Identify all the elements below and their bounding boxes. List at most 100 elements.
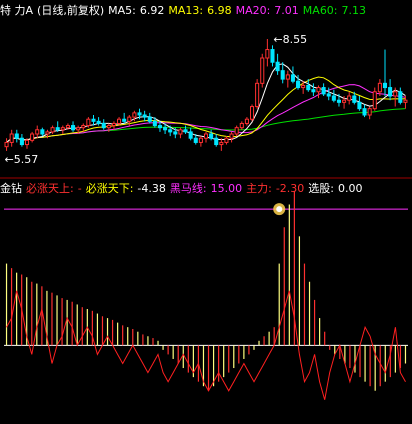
must-down-label: 必涨天下: bbox=[85, 182, 134, 195]
candle-body bbox=[393, 91, 398, 97]
candle-body bbox=[331, 95, 336, 101]
candle-body bbox=[19, 137, 24, 146]
candle-body bbox=[24, 139, 30, 146]
candle-body bbox=[14, 133, 19, 139]
candle-body bbox=[76, 127, 81, 131]
candle-body bbox=[117, 118, 122, 124]
candle-body bbox=[342, 99, 347, 103]
ma5-label: MA5: bbox=[108, 4, 136, 17]
candle-body bbox=[214, 137, 219, 146]
candle-body bbox=[132, 112, 137, 118]
candle-body bbox=[209, 133, 214, 139]
select-label: 选股: bbox=[308, 182, 335, 195]
candle-body bbox=[188, 131, 193, 139]
indicator-name: 金钻 bbox=[0, 182, 22, 195]
candle-body bbox=[372, 91, 377, 110]
low-price-label: ←5.57 bbox=[5, 153, 39, 166]
candle-body bbox=[101, 122, 106, 129]
candle-body bbox=[96, 120, 101, 124]
ma20-label: MA20: bbox=[235, 4, 271, 17]
high-price-label: ←8.55 bbox=[273, 33, 307, 46]
candle-body bbox=[275, 61, 280, 72]
candle-body bbox=[4, 141, 9, 148]
candle-body bbox=[9, 133, 14, 143]
candle-body bbox=[193, 137, 198, 143]
main-force-label: 主力: bbox=[246, 182, 272, 195]
candle-body bbox=[229, 133, 234, 139]
candle-body bbox=[255, 82, 260, 108]
candle-body bbox=[122, 118, 127, 122]
candle-body bbox=[45, 131, 50, 135]
candle-body bbox=[219, 141, 224, 146]
candle-body bbox=[65, 125, 70, 129]
candle-body bbox=[362, 108, 367, 116]
candle-body bbox=[244, 118, 249, 124]
candle-body bbox=[106, 125, 111, 129]
ma13-value: 6.98 bbox=[207, 4, 232, 17]
ma60-value: 7.13 bbox=[341, 4, 367, 17]
must-down-value: -4.38 bbox=[137, 182, 166, 195]
candle-body bbox=[326, 93, 331, 97]
candle-body bbox=[127, 116, 132, 122]
ma60-label: MA60: bbox=[302, 4, 338, 17]
candle-body bbox=[142, 114, 147, 118]
candle-body bbox=[280, 70, 285, 80]
candle-body bbox=[367, 108, 372, 116]
candle-body bbox=[86, 118, 91, 127]
candle-body bbox=[168, 129, 173, 133]
candle-body bbox=[301, 84, 306, 89]
chart-root: ←8.55 ←5.57 bbox=[0, 0, 412, 421]
candle-body bbox=[260, 57, 265, 84]
must-up-label: 必涨天上: bbox=[26, 182, 74, 195]
candle-body bbox=[296, 80, 301, 89]
candle-body bbox=[50, 127, 55, 133]
candle-body bbox=[403, 99, 408, 103]
candle-body bbox=[183, 129, 188, 133]
horse-value: 15.00 bbox=[210, 182, 243, 195]
candle-body bbox=[81, 125, 86, 129]
stock-chart: ←8.55 ←5.57 bbox=[0, 33, 412, 400]
main-force-value: -2.30 bbox=[275, 182, 305, 195]
candle-body bbox=[178, 129, 183, 135]
signal-marker-core bbox=[276, 206, 283, 213]
candle-body bbox=[265, 49, 270, 59]
candle-body bbox=[55, 127, 60, 131]
candle-body bbox=[147, 116, 152, 122]
ma20-value: 7.01 bbox=[274, 4, 299, 17]
candle-body bbox=[203, 133, 209, 139]
candle-body bbox=[60, 127, 65, 131]
candle-body bbox=[377, 82, 382, 93]
candle-body bbox=[35, 129, 40, 135]
candle-body bbox=[336, 99, 341, 103]
ma5-value: 6.92 bbox=[139, 4, 165, 17]
candle-body bbox=[198, 137, 203, 143]
ma13-label: MA13: bbox=[168, 4, 204, 17]
candle-body bbox=[111, 122, 116, 127]
candle-body bbox=[270, 49, 275, 63]
candle-body bbox=[398, 91, 403, 103]
candle-body bbox=[157, 125, 163, 129]
candle-body bbox=[311, 89, 316, 93]
select-value: 0.00 bbox=[338, 182, 363, 195]
candle-body bbox=[249, 106, 255, 120]
candle-body bbox=[239, 122, 244, 129]
horse-label: 黑马线: bbox=[169, 182, 207, 195]
candle-body bbox=[173, 131, 178, 135]
candle-body bbox=[316, 87, 321, 93]
must-up-value: - bbox=[77, 182, 82, 195]
candle-body bbox=[163, 127, 168, 131]
candle-body bbox=[91, 118, 96, 122]
candle-body bbox=[382, 82, 388, 89]
candle-body bbox=[357, 101, 362, 110]
candle-body bbox=[234, 127, 239, 135]
candle-body bbox=[285, 74, 290, 80]
candle-body bbox=[40, 129, 45, 135]
candle-body bbox=[71, 125, 76, 131]
candle-body bbox=[30, 133, 35, 141]
candle-body bbox=[352, 95, 357, 103]
sub-header: 金钻 必涨天上: - 必涨天下: -4.38 黑马线: 15.00 主力: -2.30 选股: 0.… bbox=[0, 181, 367, 197]
candle-body bbox=[321, 87, 326, 95]
candle-body bbox=[388, 87, 393, 97]
candle-body bbox=[347, 95, 352, 101]
candle-body bbox=[152, 120, 157, 127]
